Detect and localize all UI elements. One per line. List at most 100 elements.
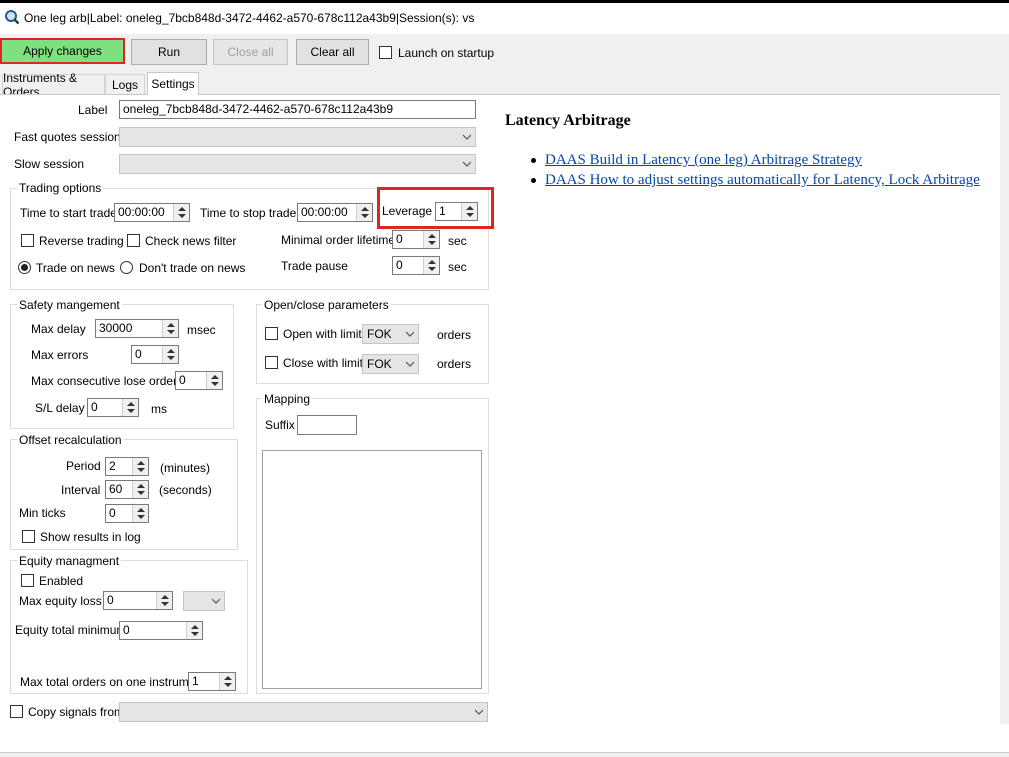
suffix-input[interactable] [297, 415, 357, 435]
equity-total-min-value: 0 [123, 623, 130, 637]
label-input[interactable]: oneleg_7bcb848d-3472-4462-a570-678c112a4… [119, 100, 476, 119]
equity-title: Equity managment [17, 554, 122, 568]
leverage-caption: Leverage [382, 204, 433, 218]
check-news-filter-checkbox[interactable] [127, 234, 140, 247]
close-with-limit-label: Close with limit [283, 356, 364, 370]
min-ticks-caption: Min ticks [19, 506, 66, 520]
max-equity-loss-spinner[interactable]: 0 [103, 591, 173, 610]
equity-enabled-checkbox[interactable] [21, 574, 34, 587]
max-consec-spinner[interactable]: 0 [175, 371, 223, 390]
slow-session-caption: Slow session [14, 157, 85, 171]
sl-delay-value: 0 [91, 400, 98, 414]
trade-on-news-label: Trade on news [36, 261, 115, 275]
max-errors-spinner[interactable]: 0 [131, 345, 179, 364]
apply-changes-button[interactable]: Apply changes [0, 38, 125, 64]
stop-trade-caption: Time to stop trade [200, 206, 297, 220]
min-ticks-value: 0 [109, 506, 116, 520]
vertical-scrollbar[interactable] [1000, 94, 1009, 724]
period-value: 2 [109, 459, 116, 473]
link-build-latency[interactable]: DAAS Build in Latency (one leg) Arbitrag… [545, 152, 862, 169]
show-results-checkbox[interactable] [22, 530, 35, 543]
dont-trade-on-news-label: Don't trade on news [139, 261, 246, 275]
status-strip [0, 752, 1009, 757]
max-delay-value: 30000 [99, 321, 133, 335]
open-close-title: Open/close parameters [262, 298, 391, 312]
period-spinner[interactable]: 2 [105, 457, 149, 476]
sl-delay-unit: ms [151, 402, 167, 416]
magnifier-app-icon [5, 10, 20, 25]
close-type-value: FOK [367, 357, 392, 371]
clear-all-button[interactable]: Clear all [296, 39, 369, 65]
trade-pause-spinner[interactable]: 0 [392, 256, 440, 275]
interval-value: 60 [109, 482, 123, 496]
open-type-select[interactable]: FOK [362, 324, 419, 344]
trade-on-news-radio[interactable] [18, 261, 31, 274]
dont-trade-on-news-radio[interactable] [120, 261, 133, 274]
info-title: Latency Arbitrage [505, 112, 631, 129]
max-errors-value: 0 [135, 347, 142, 361]
reverse-trading-label: Reverse trading [39, 234, 124, 248]
run-button[interactable]: Run [131, 39, 207, 65]
min-order-lifetime-spinner[interactable]: 0 [392, 230, 440, 249]
reverse-trading-checkbox[interactable] [21, 234, 34, 247]
chevron-down-icon [463, 161, 471, 167]
close-all-button[interactable]: Close all [213, 39, 288, 65]
equity-unit-select[interactable] [183, 591, 225, 611]
copy-signals-caption: Copy signals from [28, 705, 125, 719]
bullet-icon [531, 178, 536, 183]
sl-delay-spinner[interactable]: 0 [87, 398, 139, 417]
max-delay-caption: Max delay [31, 322, 86, 336]
min-order-lifetime-unit: sec [448, 234, 467, 248]
interval-spinner[interactable]: 60 [105, 480, 149, 499]
max-errors-caption: Max errors [31, 348, 89, 362]
leverage-value: 1 [439, 204, 446, 218]
equity-total-min-spinner[interactable]: 0 [119, 621, 203, 640]
chevron-down-icon [463, 134, 471, 140]
stop-trade-spinner[interactable]: 00:00:00 [297, 203, 373, 222]
start-trade-spinner[interactable]: 00:00:00 [114, 203, 190, 222]
period-caption: Period [66, 459, 101, 473]
safety-title: Safety mangement [17, 298, 122, 312]
open-with-limit-checkbox[interactable] [265, 327, 278, 340]
interval-unit: (seconds) [159, 483, 212, 497]
slow-session-select[interactable] [119, 154, 476, 174]
launch-on-startup-checkbox[interactable] [379, 46, 392, 59]
tab-instruments-orders[interactable]: Instruments & Orders [2, 71, 105, 99]
max-equity-loss-value: 0 [107, 593, 114, 607]
mapping-title: Mapping [262, 392, 313, 406]
check-news-filter-label: Check news filter [145, 234, 237, 248]
min-ticks-spinner[interactable]: 0 [105, 504, 149, 523]
max-equity-loss-caption: Max equity loss [19, 594, 102, 608]
max-total-orders-value: 1 [192, 674, 199, 688]
max-consec-value: 0 [179, 373, 186, 387]
start-trade-caption: Time to start trade [20, 206, 117, 220]
tab-settings[interactable]: Settings [147, 72, 199, 95]
label-caption: Label [78, 103, 108, 117]
close-type-select[interactable]: FOK [362, 354, 419, 374]
link-adjust-settings[interactable]: DAAS How to adjust settings automaticall… [545, 172, 980, 189]
leverage-spinner[interactable]: 1 [435, 202, 478, 221]
launch-on-startup-label: Launch on startup [398, 46, 495, 60]
start-trade-value: 00:00:00 [118, 205, 165, 219]
period-unit: (minutes) [160, 461, 211, 475]
max-total-orders-caption: Max total orders on one instrument [20, 675, 206, 689]
open-orders-label: orders [437, 328, 472, 342]
trading-options-title: Trading options [17, 181, 104, 195]
min-order-lifetime-caption: Minimal order lifetime [281, 233, 396, 247]
offset-title: Offset recalculation [17, 433, 124, 447]
chevron-down-icon [212, 598, 220, 604]
mapping-list[interactable] [262, 450, 482, 689]
interval-caption: Interval [61, 483, 101, 497]
copy-signals-checkbox[interactable] [10, 705, 23, 718]
fast-quotes-caption: Fast quotes session [14, 130, 121, 144]
copy-signals-select[interactable] [119, 702, 488, 722]
tab-logs[interactable]: Logs [105, 74, 145, 94]
max-total-orders-spinner[interactable]: 1 [188, 672, 236, 691]
open-with-limit-label: Open with limit [283, 327, 362, 341]
suffix-caption: Suffix [265, 418, 295, 432]
max-delay-spinner[interactable]: 30000 [95, 319, 179, 338]
fast-quotes-select[interactable] [119, 127, 476, 147]
close-with-limit-checkbox[interactable] [265, 356, 278, 369]
sl-delay-caption: S/L delay [35, 401, 85, 415]
equity-total-min-caption: Equity total minimum [15, 623, 127, 637]
